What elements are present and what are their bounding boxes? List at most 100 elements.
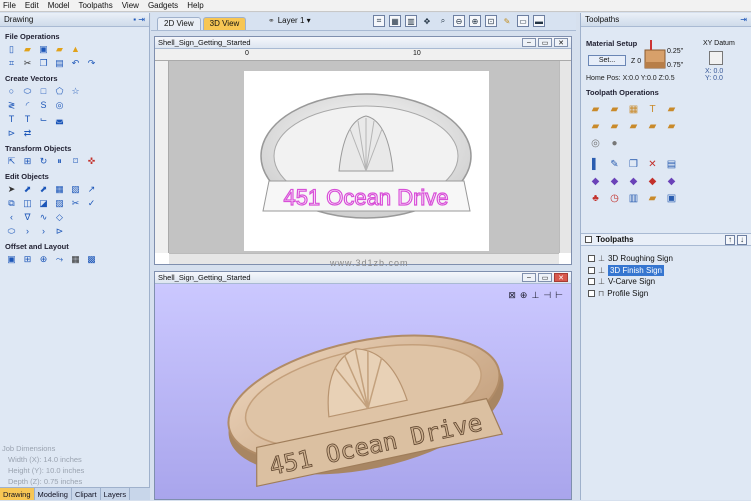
array-icon[interactable]: ⊞: [22, 254, 33, 265]
clock-icon[interactable]: ◷: [608, 192, 621, 205]
ungroup-icon[interactable]: ▧: [70, 184, 81, 195]
paste-icon[interactable]: ▤: [54, 58, 65, 69]
pin-icon[interactable]: ⇥: [740, 15, 747, 24]
toolpath-checkbox[interactable]: [588, 255, 595, 263]
interactive-select-icon[interactable]: ⬈: [38, 184, 49, 195]
offset-icon[interactable]: ▣: [6, 254, 17, 265]
drilling-toolpath-icon[interactable]: ▦: [627, 103, 640, 116]
tab-2d-view[interactable]: 2D View: [157, 17, 201, 30]
tiling-icon[interactable]: ▩: [86, 254, 97, 265]
preview-toolpath-icon[interactable]: ◆: [589, 175, 602, 188]
draw-tool-icon[interactable]: ⊳: [6, 128, 17, 139]
right-view-icon[interactable]: ⊢: [555, 290, 563, 301]
menu-toolpaths[interactable]: Toolpaths: [78, 1, 112, 10]
copy-icon[interactable]: ❐: [38, 58, 49, 69]
preview-selected-icon[interactable]: ◆: [608, 175, 621, 188]
3d-roughing-icon[interactable]: ◎: [589, 137, 602, 150]
tab-layers[interactable]: Layers: [101, 488, 131, 500]
arc-icon[interactable]: ◜: [22, 100, 33, 111]
star-icon[interactable]: ☆: [70, 86, 81, 97]
front-view-icon[interactable]: ⊥: [531, 290, 539, 301]
smooth-icon[interactable]: ∿: [38, 212, 49, 223]
menu-gadgets[interactable]: Gadgets: [148, 1, 178, 10]
nesting-icon[interactable]: ▦: [70, 254, 81, 265]
job-setup-icon[interactable]: ⌗: [6, 58, 17, 69]
circle-icon[interactable]: ○: [6, 86, 17, 97]
maximize-button[interactable]: ▭: [538, 38, 552, 47]
intersect-icon[interactable]: ◪: [38, 198, 49, 209]
tab-3d-view[interactable]: 3D View: [202, 17, 247, 30]
layer-selector[interactable]: ⚭ Layer 1 ▾: [268, 16, 311, 25]
curve-icon[interactable]: S: [38, 100, 49, 111]
dimension-icon[interactable]: ⌙: [38, 114, 49, 125]
trim-icon[interactable]: ↗: [86, 184, 97, 195]
moulding-toolpath-icon[interactable]: ▰: [665, 120, 678, 133]
polyline-icon[interactable]: ≷: [6, 100, 17, 111]
rectangle-icon[interactable]: □: [38, 86, 49, 97]
mirror-icon[interactable]: ⏸: [54, 156, 65, 167]
close-button[interactable]: ✕: [554, 273, 568, 282]
tool-database-icon[interactable]: ♣: [589, 192, 602, 205]
measure-icon[interactable]: ✎: [501, 15, 513, 27]
menu-help[interactable]: Help: [187, 1, 203, 10]
align-icon[interactable]: ✜: [86, 156, 97, 167]
menu-model[interactable]: Model: [48, 1, 70, 10]
toolpath-row[interactable]: ⊥ 3D Finish Sign: [588, 264, 673, 276]
quick-engrave-icon[interactable]: T: [646, 103, 659, 116]
weld-icon[interactable]: ⧉: [6, 198, 17, 209]
diamond-icon[interactable]: ◇: [54, 212, 65, 223]
tab-clipart[interactable]: Clipart: [72, 488, 101, 500]
redo-icon[interactable]: ↷: [86, 58, 97, 69]
toolpath-checkbox[interactable]: [588, 266, 595, 274]
layout-3d-icon[interactable]: ▬: [533, 15, 545, 27]
toolpath-checkbox[interactable]: [588, 289, 595, 297]
polygon-icon[interactable]: ⬠: [54, 86, 65, 97]
move-up-icon[interactable]: ↑: [725, 234, 735, 245]
texture-toolpath-icon[interactable]: ▰: [646, 120, 659, 133]
node-edit-icon[interactable]: ⬈: [22, 184, 33, 195]
zoom-extents-icon[interactable]: ⌗: [373, 15, 385, 27]
minimize-button[interactable]: –: [522, 273, 536, 282]
scissors-icon[interactable]: ✂: [70, 198, 81, 209]
zoom-box-icon[interactable]: ▦: [389, 15, 401, 27]
top-view-icon[interactable]: ⊕: [520, 290, 528, 301]
move-icon[interactable]: ⇱: [6, 156, 17, 167]
vcurve-icon[interactable]: ∇: [22, 212, 33, 223]
preview-all-icon[interactable]: ◆: [627, 175, 640, 188]
undo-icon[interactable]: ↶: [70, 58, 81, 69]
delete-toolpath-icon[interactable]: ✕: [646, 158, 659, 171]
toolpath-row[interactable]: ⊥ 3D Roughing Sign: [588, 253, 673, 265]
iso-view-icon[interactable]: ⊠: [508, 290, 516, 301]
pan-icon[interactable]: ✥: [421, 15, 433, 27]
canvas-2d[interactable]: 451 Ocean Drive: [169, 61, 559, 253]
new-file-icon[interactable]: ▯: [6, 44, 17, 55]
toolpath-edit-icon[interactable]: ▌: [589, 158, 602, 171]
text-icon[interactable]: T: [6, 114, 17, 125]
minimize-button[interactable]: –: [522, 38, 536, 47]
maximize-button[interactable]: ▭: [538, 273, 552, 282]
profile-toolpath-icon[interactable]: ▰: [589, 103, 602, 116]
rotate-icon[interactable]: ↻: [38, 156, 49, 167]
text-on-curve-icon[interactable]: T: [22, 114, 33, 125]
menu-view[interactable]: View: [122, 1, 139, 10]
zoom-out-icon[interactable]: ⊖: [453, 15, 465, 27]
reset-preview-icon[interactable]: ◆: [646, 175, 659, 188]
xy-datum-picker[interactable]: [709, 51, 723, 65]
save-toolpath-icon[interactable]: ▣: [665, 192, 678, 205]
close-button[interactable]: ✕: [554, 38, 568, 47]
vcarve-toolpath-icon[interactable]: ▰: [665, 103, 678, 116]
toolpaths-master-checkbox[interactable]: [585, 236, 592, 243]
copy-along-icon[interactable]: ⤳: [54, 254, 65, 265]
snap-grid-icon[interactable]: ⊡: [485, 15, 497, 27]
grid-icon[interactable]: ▥: [405, 15, 417, 27]
menu-edit[interactable]: Edit: [25, 1, 39, 10]
set-button[interactable]: Set...: [588, 55, 626, 66]
snap-icon[interactable]: ⇄: [22, 128, 33, 139]
close-vector-icon[interactable]: ⬭: [6, 226, 17, 237]
toolpath-checkbox[interactable]: [588, 278, 595, 286]
3d-finishing-icon[interactable]: ●: [608, 137, 621, 150]
zoom-fit-icon[interactable]: ⊕: [469, 15, 481, 27]
toolpath-summary-icon[interactable]: ▤: [665, 158, 678, 171]
menu-file[interactable]: File: [3, 1, 16, 10]
zoom-in-icon[interactable]: ⌕: [437, 15, 449, 27]
